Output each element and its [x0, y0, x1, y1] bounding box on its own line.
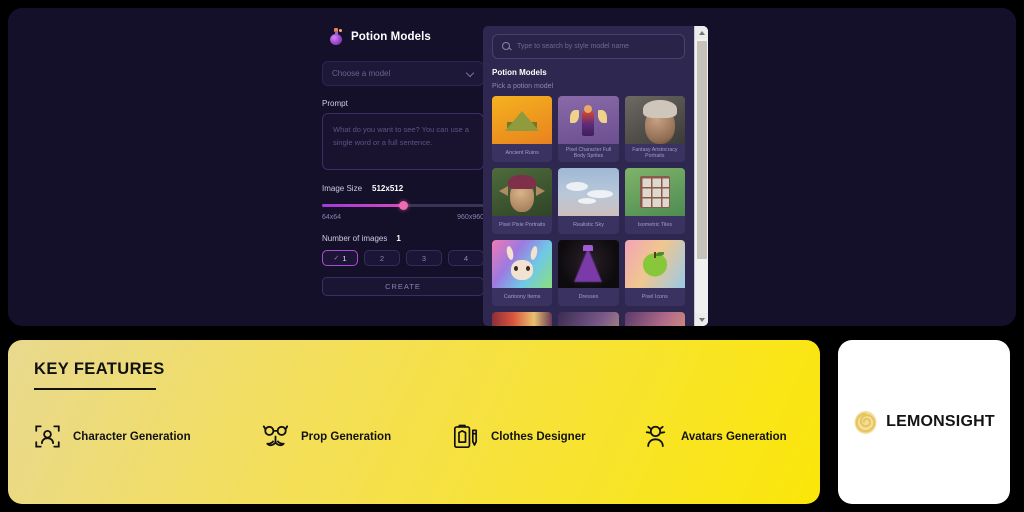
- feature-item: Clothes Designer: [452, 423, 642, 450]
- clipboard-garment-pencil-icon: [452, 423, 479, 450]
- model-select[interactable]: Choose a model: [322, 61, 484, 86]
- model-card-partial[interactable]: [558, 312, 619, 326]
- count-option-1[interactable]: ✓ 1: [322, 250, 358, 266]
- key-features-banner: KEY FEATURES Character Generation Prop G…: [8, 340, 820, 504]
- feature-label: Avatars Generation: [681, 430, 787, 443]
- logo-card: LEMONSIGHT: [838, 340, 1010, 504]
- model-card[interactable]: Fantasy Aristocracy Portraits: [624, 96, 685, 162]
- feature-item: Prop Generation: [262, 423, 452, 450]
- feature-item: Avatars Generation: [642, 423, 787, 450]
- feature-label: Prop Generation: [301, 430, 392, 443]
- glasses-mustache-icon: [262, 423, 289, 450]
- key-features-title: KEY FEATURES: [34, 360, 165, 378]
- character-frame-icon: [34, 423, 61, 450]
- avatar-head-icon: [642, 423, 669, 450]
- features-list: Character Generation Prop Generation Clo…: [34, 423, 794, 450]
- model-thumbnail: [558, 168, 619, 216]
- model-card-label: Cartoony Items: [503, 293, 541, 300]
- slider-max-label: 960x960: [457, 214, 484, 221]
- scrollbar-thumb[interactable]: [697, 41, 707, 259]
- modal-scrollbar[interactable]: [694, 26, 708, 326]
- slider-knob[interactable]: [398, 200, 408, 210]
- modal-subtitle: Pick a potion model: [492, 83, 554, 90]
- modal-heading: Potion Models: [492, 68, 547, 77]
- image-size-row: Image Size 512x512: [322, 184, 484, 193]
- slider-fill: [322, 204, 403, 207]
- image-count-options: ✓ 1 2 3 4: [322, 250, 484, 266]
- lemon-spiral-icon: [853, 410, 878, 435]
- model-thumbnail: [558, 240, 619, 288]
- app-panel: Potion Models Choose a model Prompt What…: [8, 8, 1016, 326]
- image-count-label: Number of images: [322, 234, 388, 243]
- search-icon: [502, 42, 511, 51]
- model-thumbnail: [492, 312, 553, 326]
- model-thumbnail: [558, 96, 619, 144]
- model-card[interactable]: Dresses: [558, 240, 619, 306]
- check-icon: ✓: [333, 255, 340, 262]
- count-option-2[interactable]: 2: [364, 250, 400, 266]
- model-card[interactable]: Pixel Pixie Portraits: [492, 168, 553, 234]
- model-thumbnail: [624, 168, 685, 216]
- generation-form: Potion Models Choose a model Prompt What…: [322, 20, 484, 296]
- image-size-slider[interactable]: [322, 199, 484, 211]
- app-header: Potion Models: [329, 28, 484, 45]
- model-thumbnail: [624, 96, 685, 144]
- slider-range-labels: 64x64 960x960: [322, 214, 484, 221]
- potion-bottle-icon: [329, 28, 344, 45]
- count-option-3[interactable]: 3: [406, 250, 442, 266]
- model-card-label: Ancient Ruins: [505, 149, 539, 156]
- model-card[interactable]: Isometric Tiles: [624, 168, 685, 234]
- model-card-partial[interactable]: [492, 312, 553, 326]
- prompt-input[interactable]: What do you want to see? You can use a s…: [322, 113, 484, 170]
- count-option-2-label: 2: [379, 253, 385, 263]
- count-option-4[interactable]: 4: [448, 250, 484, 266]
- image-size-label: Image Size: [322, 184, 363, 193]
- feature-label: Character Generation: [73, 430, 191, 443]
- create-button[interactable]: CREATE: [322, 277, 484, 296]
- model-thumbnail: [558, 312, 619, 326]
- model-card-label: Pixel Pixie Portraits: [498, 221, 546, 228]
- model-select-value: Choose a model: [332, 69, 391, 78]
- model-picker-modal: Type to search by style model name Potio…: [483, 26, 708, 326]
- model-card-label: Realistic Sky: [573, 221, 604, 228]
- model-thumbnail: [624, 240, 685, 288]
- model-card[interactable]: Realistic Sky: [558, 168, 619, 234]
- model-card-label: Pixel Character Full Body Sprites: [565, 146, 612, 160]
- slider-min-label: 64x64: [322, 214, 342, 221]
- model-thumbnail: [492, 168, 553, 216]
- model-card-label: Pixel Icons: [641, 293, 668, 300]
- scroll-down-arrow-icon[interactable]: [695, 313, 708, 326]
- model-search-placeholder: Type to search by style model name: [517, 43, 630, 50]
- model-card-partial[interactable]: [624, 312, 685, 326]
- model-search-input[interactable]: Type to search by style model name: [492, 34, 685, 59]
- screenshot-root: Potion Models Choose a model Prompt What…: [0, 0, 1024, 512]
- title-underline: [34, 388, 156, 390]
- model-thumbnail: [492, 240, 553, 288]
- model-card-label: Isometric Tiles: [637, 221, 673, 228]
- image-size-value: 512x512: [372, 184, 404, 193]
- model-card[interactable]: Pixel Character Full Body Sprites: [558, 96, 619, 162]
- image-count-value: 1: [396, 234, 401, 243]
- scroll-up-arrow-icon[interactable]: [695, 26, 708, 39]
- model-card-label: Dresses: [578, 293, 599, 300]
- model-card[interactable]: Pixel Icons: [624, 240, 685, 306]
- image-count-row: Number of images 1: [322, 234, 484, 243]
- logo-text: LEMONSIGHT: [886, 413, 995, 430]
- model-card[interactable]: Ancient Ruins: [492, 96, 553, 162]
- model-thumbnail: [492, 96, 553, 144]
- model-card-label: Fantasy Aristocracy Portraits: [632, 146, 678, 160]
- model-grid: Ancient Ruins Pixel Character Full Body …: [492, 96, 685, 326]
- count-option-4-label: 4: [463, 253, 469, 263]
- feature-item: Character Generation: [34, 423, 262, 450]
- feature-label: Clothes Designer: [491, 430, 586, 443]
- model-thumbnail: [624, 312, 685, 326]
- chevron-down-icon: [467, 70, 474, 77]
- app-title: Potion Models: [351, 30, 431, 43]
- count-option-3-label: 3: [421, 253, 427, 263]
- prompt-placeholder: What do you want to see? You can use a s…: [333, 125, 469, 148]
- prompt-label: Prompt: [322, 99, 348, 108]
- count-option-1-label: 1: [342, 253, 347, 263]
- model-card[interactable]: Cartoony Items: [492, 240, 553, 306]
- modal-content: Type to search by style model name Potio…: [483, 26, 694, 326]
